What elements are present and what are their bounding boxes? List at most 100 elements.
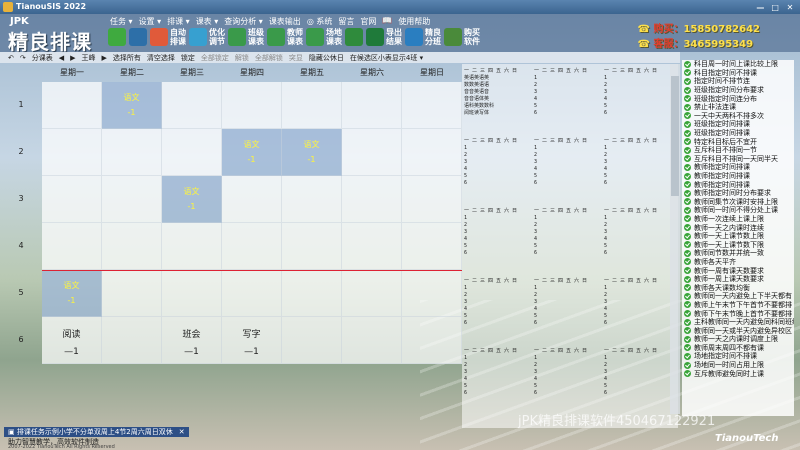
check-icon[interactable] (684, 335, 691, 343)
timetable-cell[interactable] (342, 82, 402, 129)
ribbon-button[interactable]: 导出 结果 (366, 28, 402, 46)
timetable-cell[interactable] (282, 270, 342, 317)
mini-schedule[interactable]: 一 二 三 四 五 六 日123456 (604, 138, 657, 187)
mini-schedule[interactable]: 一 二 三 四 五 六 日123456 (604, 278, 657, 327)
timetable-cell[interactable] (42, 223, 102, 270)
ribbon-button[interactable]: 精良 分班 (405, 28, 441, 46)
toolbar-item[interactable]: 在候选区小表显示4班 ▾ (350, 53, 423, 63)
close-tab-icon[interactable]: ✕ (179, 427, 185, 437)
toolbar-item[interactable]: 全部解锁 (255, 53, 283, 63)
menu-item[interactable]: 任务 ▾ (110, 16, 133, 27)
mini-schedule[interactable]: 一 二 三 四 五 六 日123456 (604, 208, 657, 257)
timetable-cell[interactable] (342, 176, 402, 223)
check-icon[interactable] (684, 155, 691, 163)
timetable-cell[interactable]: 写字 —1 (222, 317, 282, 364)
toolbar-item[interactable]: 解锁 (235, 53, 249, 63)
ribbon-button[interactable]: 自动 排课 (150, 28, 186, 46)
check-icon[interactable] (684, 103, 691, 111)
timetable-cell[interactable] (42, 176, 102, 223)
check-icon[interactable] (684, 232, 691, 240)
ribbon-button[interactable] (345, 28, 363, 46)
menu-item[interactable]: 使用帮助 (398, 16, 430, 27)
toolbar-item[interactable]: 王峰 (82, 53, 96, 63)
check-icon[interactable] (684, 60, 691, 68)
menu-item[interactable]: 查询分析 ▾ (224, 16, 263, 27)
mini-schedule[interactable]: 一 二 三 四 五 六 日123456 (464, 138, 517, 187)
minimize-button[interactable]: — (754, 1, 766, 15)
timetable-cell[interactable] (162, 223, 222, 270)
check-icon[interactable] (684, 77, 691, 85)
menu-item[interactable]: 排课 ▾ (167, 16, 190, 27)
check-icon[interactable] (684, 275, 691, 283)
toolbar-item[interactable]: ↶ (8, 54, 14, 62)
check-icon[interactable] (684, 146, 691, 154)
mini-schedule[interactable]: 一 二 三 四 五 六 日123456 (464, 278, 517, 327)
toolbar-item[interactable]: ▶ (70, 54, 75, 62)
timetable-cell[interactable] (102, 176, 162, 223)
timetable-cell[interactable] (102, 223, 162, 270)
timetable-cell[interactable] (162, 129, 222, 176)
scroll-thumb[interactable] (671, 76, 679, 196)
timetable-cell[interactable] (42, 82, 102, 129)
menu-item[interactable]: 官网 (360, 16, 376, 27)
check-icon[interactable] (684, 301, 691, 309)
check-icon[interactable] (684, 129, 691, 137)
check-icon[interactable] (684, 224, 691, 232)
menu-item[interactable]: ◎ 系统 (307, 16, 333, 27)
check-icon[interactable] (684, 318, 691, 326)
ribbon-button[interactable] (129, 28, 147, 46)
ribbon-button[interactable]: 购买 软件 (444, 28, 480, 46)
check-icon[interactable] (684, 86, 691, 94)
toolbar-item[interactable]: 隐藏公休日 (309, 53, 344, 63)
check-icon[interactable] (684, 112, 691, 120)
toolbar-item[interactable]: 锁定 (181, 53, 195, 63)
mini-schedule[interactable]: 一 二 三 四 五 六 日123456 (604, 348, 657, 397)
check-icon[interactable] (684, 69, 691, 77)
timetable-cell[interactable]: 语文 -1 (42, 270, 102, 317)
mini-schedule[interactable]: 一 二 三 四 五 六 日123456 (464, 348, 517, 397)
timetable-cell[interactable]: 班会 —1 (162, 317, 222, 364)
task-tab[interactable]: ▣ 排课任务示例小学不分单双周上4节2周六周日双休 ✕ (4, 427, 189, 437)
toolbar-item[interactable]: ▶ (102, 54, 107, 62)
ribbon-button[interactable]: 场地 课表 (306, 28, 342, 46)
check-icon[interactable] (684, 370, 691, 378)
check-icon[interactable] (684, 267, 691, 275)
timetable-cell[interactable] (342, 129, 402, 176)
check-icon[interactable] (684, 344, 691, 352)
mini-schedule[interactable]: 一 二 三 四 五 六 日123456 (534, 208, 587, 257)
timetable-cell[interactable] (402, 223, 462, 270)
timetable-cell[interactable] (222, 82, 282, 129)
timetable-cell[interactable] (282, 82, 342, 129)
menu-item[interactable]: 留言 (338, 16, 354, 27)
check-icon[interactable] (684, 198, 691, 206)
timetable-cell[interactable]: 语文 -1 (282, 129, 342, 176)
toolbar-item[interactable]: 分课表 (32, 53, 53, 63)
timetable-cell[interactable] (402, 82, 462, 129)
mini-schedule[interactable]: 一 二 三 四 五 六 日123456 (464, 208, 517, 257)
menu-item[interactable]: 设置 ▾ (139, 16, 162, 27)
ribbon-button[interactable] (108, 28, 126, 46)
mini-schedule[interactable]: 一 二 三 四 五 六 日123456 (534, 68, 587, 117)
toolbar-item[interactable]: 选择所有 (113, 53, 141, 63)
timetable-cell[interactable]: 语文 -1 (162, 176, 222, 223)
timetable-cell[interactable] (222, 270, 282, 317)
check-icon[interactable] (684, 352, 691, 360)
timetable-cell[interactable] (402, 129, 462, 176)
timetable-cell[interactable] (102, 129, 162, 176)
check-icon[interactable] (684, 172, 691, 180)
menu-item[interactable]: 📖 (382, 16, 392, 27)
timetable-cell[interactable] (402, 317, 462, 364)
mini-schedule[interactable]: 一 二 三 四 五 六 日123456 (534, 278, 587, 327)
timetable-cell[interactable] (162, 82, 222, 129)
ribbon-button[interactable]: 优化 调节 (189, 28, 225, 46)
toolbar-item[interactable]: ↷ (20, 54, 26, 62)
timetable-cell[interactable]: 语文 -1 (222, 129, 282, 176)
check-icon[interactable] (684, 292, 691, 300)
timetable-cell[interactable] (222, 176, 282, 223)
check-icon[interactable] (684, 163, 691, 171)
check-icon[interactable] (684, 120, 691, 128)
mini-schedule[interactable]: 一 二 三 四 五 六 日123456 (534, 138, 587, 187)
timetable-cell[interactable] (102, 270, 162, 317)
constraint-item[interactable]: 互斥教师避免同时上课 (682, 369, 794, 378)
maximize-button[interactable]: □ (769, 1, 781, 15)
